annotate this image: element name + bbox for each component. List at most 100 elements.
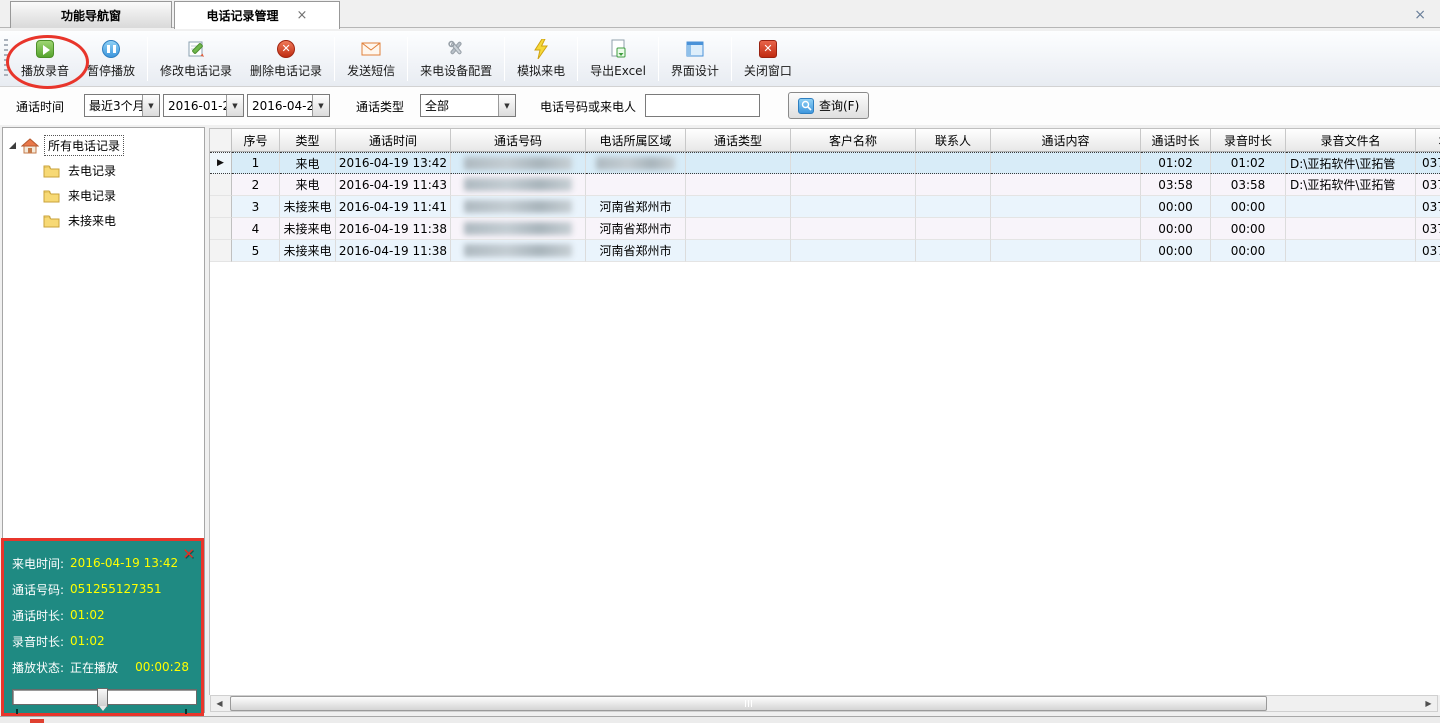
table-horizontal-scrollbar[interactable]: ◀ ▶	[210, 695, 1438, 712]
playback-progress-slider[interactable]	[12, 689, 197, 705]
tab-strip: 功能导航窗 电话记录管理 × ×	[0, 0, 1440, 28]
redacted-phone-number	[464, 157, 571, 170]
column-header-duration[interactable]: 通话时长	[1141, 129, 1211, 152]
main-area: 所有电话记录 去电记录 来电记录	[0, 125, 1440, 723]
slider-thumb[interactable]	[97, 688, 108, 707]
tree-node-missed-calls[interactable]: 未接来电	[3, 208, 204, 233]
redacted-phone-number	[464, 178, 571, 191]
scroll-right-icon[interactable]: ▶	[1420, 696, 1437, 711]
toolbar-separator	[334, 37, 335, 81]
toolbar-separator	[731, 37, 732, 81]
expand-triangle-icon[interactable]	[9, 142, 16, 149]
call-record-table: 序号 类型 通话时间 通话号码 电话所属区域 通话类型 客户名称 联系人 通话内…	[209, 128, 1440, 695]
edit-icon	[186, 39, 206, 59]
slider-ticks	[12, 709, 193, 717]
sms-icon	[361, 39, 381, 59]
redacted-phone-number	[464, 244, 571, 257]
toolbar-separator	[577, 37, 578, 81]
table-row[interactable]: 5 未接来电 2016-04-19 11:38 河南省郑州市 00:00 00:…	[210, 240, 1440, 262]
filter-bar: 通话时间 最近3个月 ▼ 2016-01-22 ▼ 2016-04-22 ▼ 通…	[0, 87, 1440, 125]
tree-node-label: 未接来电	[65, 211, 119, 230]
column-header-no[interactable]: 序号	[232, 129, 280, 152]
player-field: 来电时间:2016-04-19 13:42	[12, 550, 193, 576]
column-header-customer[interactable]: 客户名称	[791, 129, 916, 152]
export-excel-button[interactable]: 导出Excel	[581, 34, 655, 84]
column-header-rec-duration[interactable]: 录音时长	[1211, 129, 1286, 152]
column-header-call-type[interactable]: 通话类型	[686, 129, 791, 152]
call-type-label: 通话类型	[356, 98, 404, 115]
phone-or-caller-label: 电话号码或来电人	[540, 98, 636, 115]
annotation-red-ellipse	[6, 35, 89, 89]
scroll-left-icon[interactable]: ◀	[211, 696, 228, 711]
edit-record-button[interactable]: 修改电话记录	[151, 34, 241, 84]
ui-design-button[interactable]: 界面设计	[662, 34, 728, 84]
tabstrip-close-icon[interactable]: ×	[1414, 8, 1426, 22]
player-field: 通话时长:01:02	[12, 602, 193, 628]
date-to-dropdown[interactable]: 2016-04-22 ▼	[247, 94, 330, 117]
tab-call-record-management[interactable]: 电话记录管理 ×	[174, 1, 340, 29]
column-header-phone-number[interactable]: 通话号码	[451, 129, 586, 152]
bottom-red-indicator-icon	[30, 719, 44, 723]
call-time-label: 通话时间	[16, 98, 64, 115]
chevron-down-icon[interactable]: ▼	[498, 95, 515, 116]
tree-node-incoming-records[interactable]: 来电记录	[3, 183, 204, 208]
table-row[interactable]: 3 未接来电 2016-04-19 11:41 河南省郑州市 00:00 00:…	[210, 196, 1440, 218]
device-config-icon	[446, 39, 466, 59]
column-header-selector[interactable]	[210, 129, 232, 152]
table-row[interactable]: ▶ 1 来电 2016-04-19 13:42 01:02 01:02 D:\亚…	[210, 152, 1440, 174]
simulate-incoming-call-button[interactable]: 模拟来电	[508, 34, 574, 84]
column-header-type[interactable]: 类型	[280, 129, 336, 152]
column-header-call-time[interactable]: 通话时间	[336, 129, 451, 152]
toolbar-separator	[658, 37, 659, 81]
call-type-dropdown[interactable]: 全部 ▼	[420, 94, 516, 117]
toolbar-separator	[407, 37, 408, 81]
tree-node-all-records[interactable]: 所有电话记录	[3, 133, 204, 158]
toolbar-separator	[504, 37, 505, 81]
folder-icon	[43, 189, 60, 203]
search-icon	[798, 98, 814, 114]
tab-close-icon[interactable]: ×	[297, 8, 308, 23]
toolbar: 播放录音 暂停播放 修改电话记录 ✕ 删除电话记录	[0, 31, 1440, 87]
table-row[interactable]: 4 未接来电 2016-04-19 11:38 河南省郑州市 00:00 00:…	[210, 218, 1440, 240]
player-field: 通话号码:051255127351	[12, 576, 193, 602]
column-header-rec-file[interactable]: 录音文件名	[1286, 129, 1416, 152]
chevron-down-icon[interactable]: ▼	[312, 95, 329, 116]
player-close-icon[interactable]: ✕	[182, 545, 195, 563]
tree-node-outgoing-records[interactable]: 去电记录	[3, 158, 204, 183]
elapsed-time: 00:00:28	[135, 660, 189, 674]
chevron-down-icon[interactable]: ▼	[142, 95, 159, 116]
table-row[interactable]: 2 来电 2016-04-19 11:43 03:58 03:58 D:\亚拓软…	[210, 174, 1440, 196]
tab-label: 功能导航窗	[61, 7, 121, 24]
close-window-button[interactable]: ✕ 关闭窗口	[735, 34, 801, 84]
playback-panel: ✕ 来电时间:2016-04-19 13:42 通话号码:05125512735…	[1, 538, 204, 716]
bottom-strip	[0, 716, 1440, 723]
send-sms-button[interactable]: 发送短信	[338, 34, 404, 84]
incoming-device-config-button[interactable]: 来电设备配置	[411, 34, 501, 84]
column-header-region[interactable]: 电话所属区域	[586, 129, 686, 152]
tab-label: 电话记录管理	[207, 7, 279, 24]
query-button[interactable]: 查询(F)	[788, 92, 869, 119]
date-from-dropdown[interactable]: 2016-01-22 ▼	[163, 94, 244, 117]
redacted-region	[596, 157, 675, 170]
tree-node-label: 所有电话记录	[44, 135, 124, 156]
tree-node-label: 来电记录	[65, 186, 119, 205]
player-status: 播放状态: 正在播放 00:00:28	[12, 654, 193, 680]
toolbar-separator	[147, 37, 148, 81]
time-range-dropdown[interactable]: 最近3个月 ▼	[84, 94, 160, 117]
phone-search-input[interactable]	[645, 94, 760, 117]
home-icon	[21, 138, 39, 154]
delete-record-button[interactable]: ✕ 删除电话记录	[241, 34, 331, 84]
ui-design-icon	[685, 39, 705, 59]
column-header-content[interactable]: 通话内容	[991, 129, 1141, 152]
chevron-down-icon[interactable]: ▼	[226, 95, 243, 116]
column-header-contact[interactable]: 联系人	[916, 129, 991, 152]
delete-icon: ✕	[276, 39, 296, 59]
scrollbar-thumb[interactable]	[230, 696, 1267, 711]
tab-function-navigation[interactable]: 功能导航窗	[10, 1, 172, 28]
tree-node-label: 去电记录	[65, 161, 119, 180]
folder-icon	[43, 164, 60, 178]
column-header-local[interactable]: 本机	[1416, 129, 1440, 152]
folder-icon	[43, 214, 60, 228]
scrollbar-track[interactable]	[228, 696, 1420, 711]
app-window: 功能导航窗 电话记录管理 × × 播放录音 暂停播放	[0, 0, 1440, 723]
